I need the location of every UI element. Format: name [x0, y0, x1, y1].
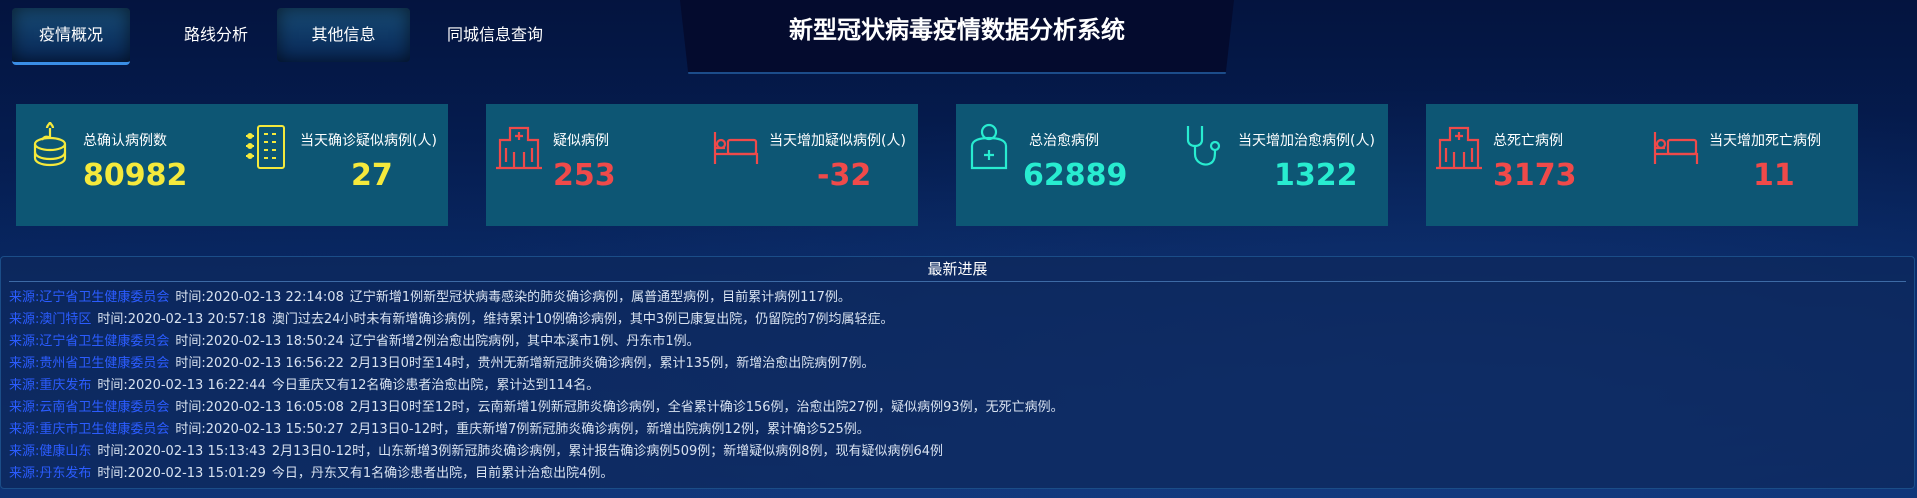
- list-item: 来源:辽宁省卫生健康委员会 时间:2020-02-13 22:14:08 辽宁新增1…: [9, 287, 1906, 309]
- news-time: 时间:2020-02-13 16:22:44: [97, 378, 266, 393]
- page-title: 新型冠状病毒疫情数据分析系统: [789, 16, 1125, 44]
- confirmed-value: 80982: [83, 158, 188, 193]
- news-title: 最新进展: [9, 257, 1906, 282]
- news-source-link[interactable]: 来源:健康山东: [9, 444, 91, 459]
- news-text: 2月13日0时至14时，贵州无新增新冠肺炎确诊病例，累计135例，新增治愈出院病…: [349, 356, 875, 371]
- news-panel: 最新进展 来源:辽宁省卫生健康委员会 时间:2020-02-13 22:14:08…: [0, 256, 1915, 489]
- news-time: 时间:2020-02-13 22:14:08: [175, 290, 344, 305]
- news-text: 今日，丹东又有1名确诊患者出院，目前累计治愈出院4例。: [271, 466, 614, 481]
- news-list[interactable]: 来源:辽宁省卫生健康委员会 时间:2020-02-13 22:14:08 辽宁新增1…: [9, 287, 1906, 485]
- header-title-box: 新型冠状病毒疫情数据分析系统: [680, 0, 1234, 74]
- news-time: 时间:2020-02-13 15:01:29: [97, 466, 266, 481]
- news-text: 2月13日0时至12时，云南新增1例新冠肺炎确诊病例，全省累计确诊156例，治愈…: [349, 400, 1064, 415]
- news-text: 澳门过去24小时未有新增确诊病例，维持累计10例确诊病例，其中3例已康复出院，仍…: [271, 312, 894, 327]
- news-source-link[interactable]: 来源:丹东发布: [9, 466, 91, 481]
- list-item: 来源:健康山东 时间:2020-02-13 15:13:43 2月13日0-12时，…: [9, 441, 1906, 463]
- deaths-value: 3173: [1493, 158, 1577, 193]
- list-item: 来源:辽宁省卫生健康委员会 时间:2020-02-13 18:50:24 辽宁省新增…: [9, 331, 1906, 353]
- news-text: 辽宁省新增2例治愈出院病例，其中本溪市1例、丹东市1例。: [349, 334, 700, 349]
- news-source-link[interactable]: 来源:澳门特区: [9, 312, 91, 327]
- new-deaths-label: 当天增加死亡病例: [1709, 133, 1821, 149]
- hospital-bed-icon: [1652, 130, 1700, 170]
- tab-other-info[interactable]: 其他信息: [277, 8, 410, 62]
- news-text: 2月13日0-12时，重庆新增7例新冠肺炎确诊病例，新增出院病例12例，累计确诊…: [349, 422, 870, 437]
- hospital-icon: [496, 122, 542, 174]
- cake-icon: [30, 121, 70, 174]
- news-source-link[interactable]: 来源:贵州省卫生健康委员会: [9, 356, 169, 371]
- deaths-card: 总死亡病例 3173 当天增加死亡病例 11: [1426, 104, 1858, 226]
- tab-overview[interactable]: 疫情概况: [12, 8, 130, 65]
- new-confirmed-label: 当天确诊疑似病例(人): [300, 133, 437, 149]
- news-time: 时间:2020-02-13 16:05:08: [175, 400, 344, 415]
- new-deaths-value: 11: [1753, 158, 1795, 193]
- new-cured-label: 当天增加治愈病例(人): [1238, 133, 1375, 149]
- suspected-card: 疑似病例 253 当天增加疑似病例(人) -32: [486, 104, 918, 226]
- news-time: 时间:2020-02-13 15:50:27: [175, 422, 344, 437]
- list-item: 来源:澳门特区 时间:2020-02-13 20:57:18 澳门过去24小时未有新…: [9, 309, 1906, 331]
- medical-kit-icon: [968, 122, 1010, 174]
- new-suspected-value: -32: [817, 158, 872, 193]
- hospital-icon: [1436, 122, 1482, 174]
- suspected-label: 疑似病例: [553, 133, 609, 149]
- confirmed-card: 总确认病例数 80982 当天确诊疑似病例(人) 27: [16, 104, 448, 226]
- news-source-link[interactable]: 来源:重庆发布: [9, 378, 91, 393]
- list-item: 来源:重庆市卫生健康委员会 时间:2020-02-13 15:50:27 2月13日…: [9, 419, 1906, 441]
- building-icon: [244, 124, 288, 174]
- list-item: 来源:重庆发布 时间:2020-02-13 16:22:44 今日重庆又有12名确诊…: [9, 375, 1906, 397]
- confirmed-label: 总确认病例数: [83, 133, 167, 149]
- suspected-value: 253: [553, 158, 616, 193]
- news-text: 今日重庆又有12名确诊患者治愈出院，累计达到114名。: [271, 378, 600, 393]
- cured-card: 总治愈病例 62889 当天增加治愈病例(人) 1322: [956, 104, 1388, 226]
- cured-label: 总治愈病例: [1029, 133, 1099, 149]
- list-item: 来源:丹东发布 时间:2020-02-13 15:01:29 今日，丹东又有1名确诊…: [9, 463, 1906, 485]
- news-text: 辽宁新增1例新型冠状病毒感染的肺炎确诊病例，属普通型病例，目前累计病例117例。: [349, 290, 851, 305]
- tab-route-analysis[interactable]: 路线分析: [165, 8, 267, 62]
- news-time: 时间:2020-02-13 20:57:18: [97, 312, 266, 327]
- new-suspected-label: 当天增加疑似病例(人): [769, 133, 906, 149]
- hospital-bed-icon: [712, 130, 760, 170]
- cured-value: 62889: [1023, 158, 1128, 193]
- news-time: 时间:2020-02-13 16:56:22: [175, 356, 344, 371]
- new-confirmed-value: 27: [351, 158, 393, 193]
- new-cured-value: 1322: [1274, 158, 1358, 193]
- news-text: 2月13日0-12时，山东新增3例新冠肺炎确诊病例，累计报告确诊病例509例；新…: [271, 444, 944, 459]
- list-item: 来源:云南省卫生健康委员会 时间:2020-02-13 16:05:08 2月13日…: [9, 397, 1906, 419]
- stethoscope-icon: [1182, 124, 1226, 174]
- tab-city-query[interactable]: 同城信息查询: [428, 8, 562, 62]
- deaths-label: 总死亡病例: [1493, 133, 1563, 149]
- news-source-link[interactable]: 来源:辽宁省卫生健康委员会: [9, 290, 169, 305]
- news-source-link[interactable]: 来源:云南省卫生健康委员会: [9, 400, 169, 415]
- news-source-link[interactable]: 来源:辽宁省卫生健康委员会: [9, 334, 169, 349]
- news-time: 时间:2020-02-13 15:13:43: [97, 444, 266, 459]
- list-item: 来源:贵州省卫生健康委员会 时间:2020-02-13 16:56:22 2月13日…: [9, 353, 1906, 375]
- news-source-link[interactable]: 来源:重庆市卫生健康委员会: [9, 422, 169, 437]
- news-time: 时间:2020-02-13 18:50:24: [175, 334, 344, 349]
